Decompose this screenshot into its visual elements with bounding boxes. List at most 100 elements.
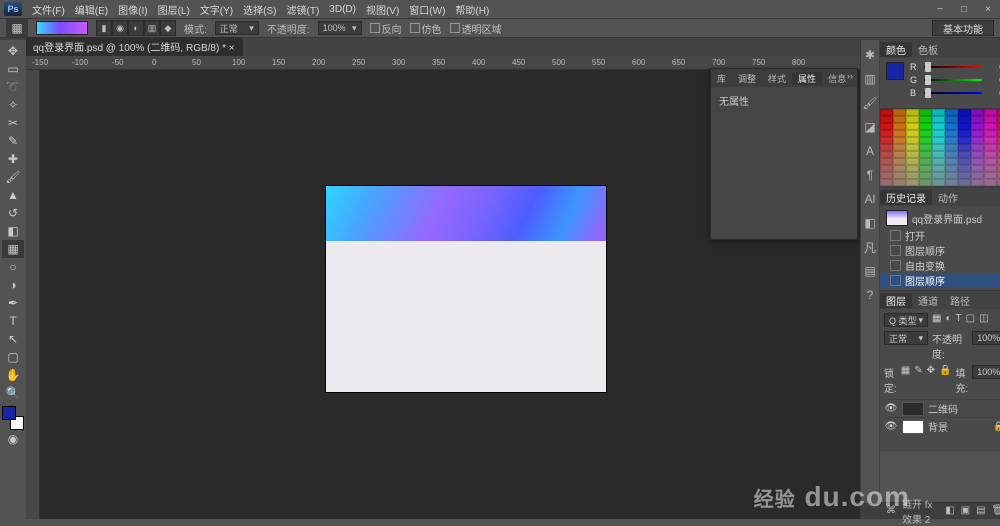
eye-icon[interactable]: 👁 <box>884 403 898 414</box>
gradient-tool-icon[interactable]: ▦ <box>6 19 28 37</box>
help-icon[interactable]: ? <box>861 286 879 304</box>
filter-adjust-icon[interactable]: ◐ <box>945 313 951 327</box>
notes-icon[interactable]: ▤ <box>861 262 879 280</box>
menu-3d[interactable]: 3D(D) <box>325 4 360 15</box>
blur-tool[interactable]: ○ <box>2 258 24 276</box>
glyph-icon[interactable]: Al <box>861 190 879 208</box>
maximize-button[interactable]: □ <box>958 4 970 15</box>
menu-view[interactable]: 视图(V) <box>362 2 403 17</box>
quickmask-toggle[interactable]: ◉ <box>2 430 24 448</box>
brush-panel-icon[interactable]: 🖌 <box>861 94 879 112</box>
foreground-color-chip[interactable] <box>2 406 16 420</box>
tab-history[interactable]: 历史记录 <box>880 190 932 205</box>
menu-image[interactable]: 图像(I) <box>114 2 151 17</box>
heal-tool[interactable]: ✚ <box>2 150 24 168</box>
nav-icon[interactable]: ◧ <box>861 214 879 232</box>
pen-tool[interactable]: ✒ <box>2 294 24 312</box>
marquee-tool[interactable]: ▭ <box>2 60 24 78</box>
history-item[interactable]: 自由变换 <box>880 258 1000 273</box>
color-fg-chip[interactable] <box>886 62 904 80</box>
tab-style[interactable]: 样式 <box>762 72 792 85</box>
b-slider[interactable] <box>924 89 982 97</box>
tab-adjust[interactable]: 调整 <box>732 72 762 85</box>
opacity-select[interactable]: 100%▾ <box>318 21 362 35</box>
move-tool[interactable]: ✥ <box>2 42 24 60</box>
layer-kind-select[interactable]: Q 类型▾ <box>884 313 928 327</box>
tab-properties[interactable]: 属性 <box>792 72 822 85</box>
history-item[interactable]: 图层顺序 <box>880 273 1000 288</box>
radial-gradient-icon[interactable]: ◉ <box>112 20 128 36</box>
menu-window[interactable]: 窗口(W) <box>405 2 449 17</box>
layer-row[interactable]: 👁背景🔒 <box>884 417 1000 435</box>
lock-trans-icon[interactable]: ▦ <box>901 365 910 395</box>
angle-gradient-icon[interactable]: ◐ <box>128 20 144 36</box>
dither-checkbox[interactable]: 仿色 <box>410 21 442 36</box>
swatch-icon[interactable]: ▥ <box>861 70 879 88</box>
g-slider[interactable] <box>924 76 982 84</box>
history-item[interactable]: 打开 <box>880 228 1000 243</box>
crop-tool[interactable]: ✂ <box>2 114 24 132</box>
filter-pixel-icon[interactable]: ▦ <box>932 313 941 327</box>
delete-layer-icon[interactable]: 🗑 <box>992 505 1000 516</box>
panel-collapse-icon[interactable]: ›› <box>847 71 853 81</box>
eyedropper-tool[interactable]: ✎ <box>2 132 24 150</box>
menu-edit[interactable]: 编辑(E) <box>71 2 112 17</box>
filter-shape-icon[interactable]: ▢ <box>966 313 975 327</box>
menu-type[interactable]: 文字(Y) <box>196 2 237 17</box>
menu-select[interactable]: 选择(S) <box>239 2 280 17</box>
eye-icon[interactable]: 👁 <box>884 421 898 432</box>
properties-panel[interactable]: 库 调整 样式 属性 信息 ›› 无属性 <box>710 68 858 240</box>
filter-smart-icon[interactable]: ◫ <box>979 313 988 327</box>
lock-all-icon[interactable]: 🔒 <box>939 365 951 395</box>
tab-library[interactable]: 库 <box>711 72 732 85</box>
diamond-gradient-icon[interactable]: ◆ <box>160 20 176 36</box>
zoom-tool[interactable]: 🔍 <box>2 384 24 402</box>
stamp-tool[interactable]: ▲ <box>2 186 24 204</box>
tab-close-icon[interactable]: × <box>229 43 235 54</box>
tab-color[interactable]: 颜色 <box>880 42 912 57</box>
clone-icon[interactable]: ◪ <box>861 118 879 136</box>
star-icon[interactable]: ✱ <box>861 46 879 64</box>
reflected-gradient-icon[interactable]: ▥ <box>144 20 160 36</box>
menu-help[interactable]: 帮助(H) <box>451 2 493 17</box>
blend-mode-select[interactable]: 正常▾ <box>215 21 259 35</box>
layer-fill-select[interactable]: 100% <box>972 365 1000 379</box>
tab-paths[interactable]: 路径 <box>944 293 976 308</box>
group-icon[interactable]: ▣ <box>961 505 970 516</box>
tab-channels[interactable]: 通道 <box>912 293 944 308</box>
mask-icon[interactable]: ◧ <box>945 505 954 516</box>
hand-tool[interactable]: ✋ <box>2 366 24 384</box>
layer-opacity-select[interactable]: 100% <box>972 331 1000 345</box>
dodge-tool[interactable]: ◑ <box>2 276 24 294</box>
lasso-tool[interactable]: ➰ <box>2 78 24 96</box>
path-select-tool[interactable]: ↖ <box>2 330 24 348</box>
tab-swatches[interactable]: 色板 <box>912 42 944 57</box>
menu-filter[interactable]: 滤镜(T) <box>283 2 324 17</box>
shape-tool[interactable]: ▢ <box>2 348 24 366</box>
new-layer-icon[interactable]: ▤ <box>976 505 985 516</box>
filter-type-icon[interactable]: T <box>956 313 962 327</box>
foreground-background-colors[interactable] <box>2 406 24 430</box>
document-tab[interactable]: qq登录界面.psd @ 100% (二维码, RGB/8) * × <box>25 37 243 56</box>
canvas[interactable] <box>326 186 606 392</box>
layer-row[interactable]: 👁二维码 <box>884 399 1000 417</box>
workspace-switcher[interactable]: 基本功能 <box>932 20 994 36</box>
eraser-tool[interactable]: ◧ <box>2 222 24 240</box>
menu-layer[interactable]: 图层(L) <box>154 2 194 17</box>
linear-gradient-icon[interactable]: ▮ <box>96 20 112 36</box>
tab-layers[interactable]: 图层 <box>880 293 912 308</box>
close-button[interactable]: × <box>982 4 994 15</box>
lock-pixel-icon[interactable]: ✎ <box>914 365 922 395</box>
brush-tool[interactable]: 🖌 <box>2 168 24 186</box>
history-brush-tool[interactable]: ↺ <box>2 204 24 222</box>
tab-actions[interactable]: 动作 <box>932 190 964 205</box>
measure-icon[interactable]: 凡 <box>861 238 879 256</box>
reverse-checkbox[interactable]: 反向 <box>370 21 402 36</box>
type-tool[interactable]: T <box>2 312 24 330</box>
lock-pos-icon[interactable]: ✥ <box>927 365 935 395</box>
wand-tool[interactable]: ✧ <box>2 96 24 114</box>
layer-blend-select[interactable]: 正常▾ <box>884 331 928 345</box>
gradient-tool[interactable]: ▦ <box>2 240 24 258</box>
r-slider[interactable] <box>924 63 982 71</box>
para-icon[interactable]: ¶ <box>861 166 879 184</box>
